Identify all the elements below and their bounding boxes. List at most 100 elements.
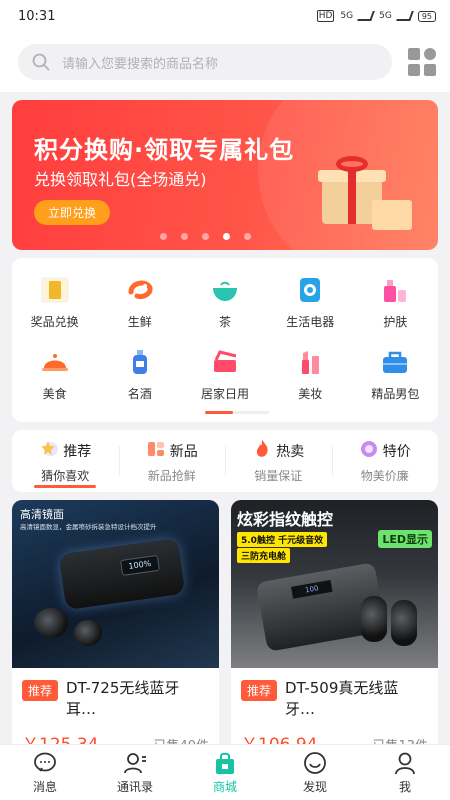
banner-subtitle: 兑换领取礼包(全场通兑) [34, 170, 207, 189]
shrimp-icon [123, 275, 157, 305]
new-icon [146, 439, 166, 463]
signal-icon-2 [395, 11, 414, 21]
hd-icon: HD [316, 10, 335, 22]
case-display: 100% [120, 554, 160, 576]
category-item[interactable]: 生鲜 [97, 266, 182, 338]
recommend-badge: 推荐 [241, 680, 278, 701]
nav-item-discover[interactable]: 发现 [270, 745, 360, 800]
category-label: 生活电器 [286, 314, 335, 329]
message-icon [32, 751, 58, 775]
tab-special[interactable]: 特价 物美价廉 [331, 430, 439, 492]
banner-title: 积分换购·领取专属礼包 [34, 136, 295, 164]
recommend-badge: 推荐 [22, 680, 59, 701]
category-label: 名酒 [127, 386, 152, 401]
nav-label: 消息 [32, 779, 57, 794]
status-icons: HD 5G 5G 95 [316, 10, 436, 22]
category-label: 奖品兑换 [30, 314, 79, 329]
category-grid: 奖品兑换 生鲜 茶 生活电器 护肤 美食 名酒 居家日用 美妆 精品男包 [12, 258, 438, 410]
star-icon [39, 439, 59, 463]
category-label: 居家日用 [200, 386, 249, 401]
image-tag: 5.0触控 千元级音效 [237, 532, 328, 547]
nav-label: 发现 [302, 779, 327, 794]
banner-dot-active[interactable] [223, 233, 230, 240]
tab-hot[interactable]: 热卖 销量保证 [225, 430, 332, 492]
product-image: 炫彩指纹触控 5.0触控 千元级音效 三防充电舱 LED显示 100 [231, 500, 438, 668]
category-item[interactable]: 名酒 [97, 338, 182, 410]
network-label-2: 5G [379, 11, 392, 21]
nav-item-messages[interactable]: 消息 [0, 745, 90, 800]
product-grid: 高清镜面 高清镜面数显，金属喷砂拆装急特设计档次提升 100% 推荐 DT-72… [12, 500, 438, 760]
product-title: DT-725无线蓝牙耳… [66, 679, 180, 718]
led-display-tag: LED显示 [378, 530, 432, 548]
product-card[interactable]: 炫彩指纹触控 5.0触控 千元级音效 三防充电舱 LED显示 100 推荐 DT… [231, 500, 438, 760]
banner-dot[interactable] [244, 233, 251, 240]
feed-tabs: 推荐 猜你喜欢 新品 新品抢鲜 热卖 销量保证 特价 物美价廉 [12, 430, 438, 492]
search-icon [32, 53, 50, 71]
contacts-icon [122, 751, 148, 775]
nav-item-contacts[interactable]: 通讯录 [90, 745, 180, 800]
bag-icon [378, 347, 412, 377]
category-item[interactable]: 居家日用 [182, 338, 267, 410]
discover-icon [302, 751, 328, 775]
tea-bowl-icon [208, 275, 242, 305]
category-item[interactable]: 奖品兑换 [12, 266, 97, 338]
nav-item-me[interactable]: 我 [360, 745, 450, 800]
product-image: 高清镜面 高清镜面数显，金属喷砂拆装急特设计档次提升 100% [12, 500, 219, 668]
tab-subtitle: 销量保证 [254, 468, 303, 483]
gold-bar-icon [38, 275, 72, 305]
food-dome-icon [38, 347, 72, 377]
tab-subtitle: 猜你喜欢 [41, 468, 90, 483]
tab-recommend[interactable]: 推荐 猜你喜欢 [12, 430, 119, 492]
category-label: 茶 [218, 314, 231, 329]
gift-box-icon [318, 140, 412, 230]
shop-bag-icon [212, 751, 238, 775]
nav-item-shop[interactable]: 商城 [180, 745, 270, 800]
redeem-now-button[interactable]: 立即兑换 [34, 200, 111, 225]
status-time: 10:31 [18, 8, 56, 24]
profile-icon [392, 751, 418, 775]
bottom-nav: 消息 通讯录 商城 发现 我 [0, 744, 450, 800]
charging-case-image: 100% [58, 537, 186, 611]
category-scroll-indicator [205, 411, 269, 414]
image-small-text: 高清镜面数显，金属喷砂拆装急特设计档次提升 [20, 523, 157, 531]
tab-new[interactable]: 新品 新品抢鲜 [118, 430, 226, 492]
active-tab-indicator [34, 485, 97, 488]
tab-subtitle: 物美价廉 [360, 468, 409, 483]
battery-icon: 95 [417, 10, 436, 22]
earbud-image [34, 608, 68, 638]
status-bar: 10:31 HD 5G 5G 95 [0, 0, 450, 32]
product-title: DT-509真无线蓝牙… [285, 679, 399, 718]
search-input[interactable]: 请输入您要搜索的商品名称 [18, 44, 392, 80]
appliance-icon [293, 275, 327, 305]
category-item[interactable]: 茶 [182, 266, 267, 338]
image-caption: 高清镜面 [20, 508, 64, 521]
network-label-1: 5G [340, 11, 354, 21]
nav-label: 商城 [212, 779, 237, 794]
category-item[interactable]: 护肤 [353, 266, 438, 338]
tab-title: 推荐 [63, 443, 92, 460]
category-panel: 奖品兑换 生鲜 茶 生活电器 护肤 美食 名酒 居家日用 美妆 精品男包 [12, 258, 438, 422]
category-item[interactable]: 精品男包 [353, 338, 438, 410]
earbud-image [391, 600, 417, 646]
banner-pagination [160, 233, 251, 240]
nav-label: 通讯录 [116, 779, 153, 794]
banner-dot[interactable] [160, 233, 167, 240]
category-grid-icon[interactable] [408, 48, 436, 76]
product-card[interactable]: 高清镜面 高清镜面数显，金属喷砂拆装急特设计档次提升 100% 推荐 DT-72… [12, 500, 219, 760]
promo-banner[interactable]: 积分换购·领取专属礼包 兑换领取礼包(全场通兑) 立即兑换 [12, 100, 438, 250]
discount-icon [359, 439, 379, 463]
category-label: 护肤 [383, 314, 408, 329]
category-item[interactable]: 美妆 [268, 338, 353, 410]
fire-icon [252, 439, 272, 463]
nav-label: 我 [398, 779, 411, 794]
banner-dot[interactable] [202, 233, 209, 240]
banner-dot[interactable] [181, 233, 188, 240]
image-caption: 炫彩指纹触控 [237, 510, 334, 529]
category-item[interactable]: 美食 [12, 338, 97, 410]
tab-title: 新品 [169, 443, 198, 460]
skincare-icon [378, 275, 412, 305]
category-item[interactable]: 生活电器 [268, 266, 353, 338]
lipstick-icon [293, 347, 327, 377]
image-tag: 三防充电舱 [237, 548, 291, 563]
category-label: 美妆 [298, 386, 323, 401]
